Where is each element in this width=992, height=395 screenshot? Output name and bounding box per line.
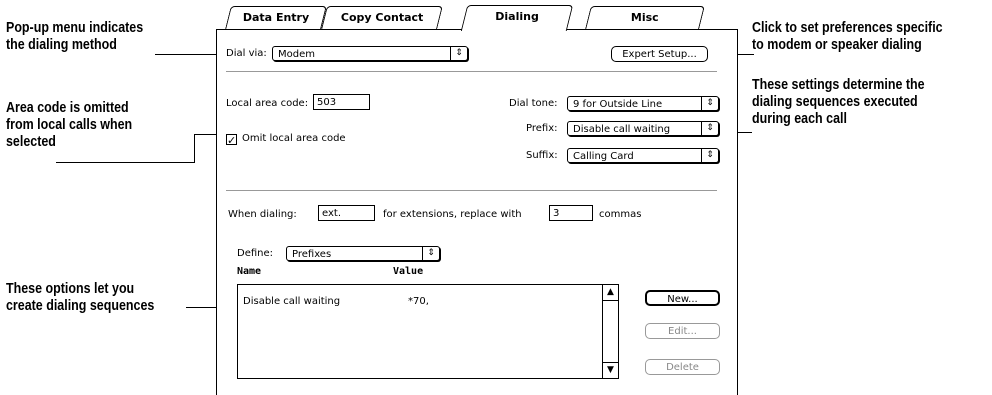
dial-tone-label: Dial tone: (509, 98, 558, 109)
list-scrollbar[interactable]: ▲ ▼ (602, 285, 618, 378)
comma-count-field[interactable]: 3 (549, 205, 593, 221)
tab-label: Copy Contact (340, 11, 424, 24)
tab-data-entry[interactable]: Data Entry (225, 6, 327, 29)
divider (226, 190, 717, 192)
new-button[interactable]: New... (645, 290, 720, 306)
local-area-code-label: Local area code: (226, 98, 309, 109)
annotation-line: to modem or speaker dialing (752, 37, 922, 53)
column-header-name: Name (237, 266, 262, 277)
popup-arrow-icon: ⇕ (422, 247, 439, 260)
dial-tone-popup[interactable]: 9 for Outside Line ⇕ (567, 96, 719, 111)
define-value: Prefixes (292, 249, 332, 260)
omit-area-code-checkbox[interactable]: ✓ (226, 134, 237, 146)
list-item-name: Disable call waiting (243, 296, 341, 307)
annotation-line: These options let you (6, 281, 135, 297)
annotation-line: create dialing sequences (6, 298, 155, 314)
dial-tone-value: 9 for Outside Line (573, 99, 663, 110)
list-item[interactable]: Disable call waiting (243, 295, 340, 309)
annotation-line: Pop-up menu indicates (6, 20, 144, 36)
suffix-label: Suffix: (526, 150, 558, 161)
extension-prefix-field[interactable]: ext. (318, 205, 375, 221)
leader-line (56, 162, 194, 163)
popup-arrow-icon: ⇕ (701, 122, 718, 135)
annotation-area-code: Area code is omitted from local calls wh… (6, 100, 132, 151)
commas-label: commas (599, 209, 642, 220)
local-area-code-field[interactable]: 503 (313, 94, 370, 110)
scroll-down-icon[interactable]: ▼ (603, 362, 618, 378)
dial-via-popup[interactable]: Modem ⇕ (272, 46, 468, 61)
tab-label: Dialing (495, 10, 540, 23)
popup-arrow-icon: ⇕ (701, 149, 718, 162)
divider (226, 71, 717, 73)
prefix-value: Disable call waiting (573, 124, 671, 135)
delete-button[interactable]: Delete (645, 359, 720, 375)
tab-misc[interactable]: Misc (585, 6, 705, 29)
list-item-value: *70, (408, 296, 429, 307)
annotation-line: These settings determine the (752, 77, 925, 93)
suffix-popup[interactable]: Calling Card ⇕ (567, 148, 719, 163)
prefix-label: Prefix: (526, 123, 558, 134)
expert-setup-button[interactable]: Expert Setup... (611, 46, 708, 62)
sequence-list[interactable]: Disable call waiting *70, ▲ ▼ (237, 284, 619, 379)
prefix-popup[interactable]: Disable call waiting ⇕ (567, 121, 719, 136)
annotation-line: Area code is omitted (6, 100, 129, 116)
popup-arrow-icon: ⇕ (450, 47, 467, 60)
suffix-value: Calling Card (573, 151, 634, 162)
tab-dialing[interactable]: Dialing (460, 5, 574, 31)
tab-label: Data Entry (242, 11, 310, 24)
annotation-options: These options let you create dialing seq… (6, 281, 154, 315)
annotation-line: during each call (752, 111, 847, 127)
annotation-settings: These settings determine the dialing seq… (752, 77, 925, 128)
popup-arrow-icon: ⇕ (701, 97, 718, 110)
annotation-line: the dialing method (6, 37, 117, 53)
tab-copy-contact[interactable]: Copy Contact (321, 6, 443, 29)
define-label: Define: (237, 248, 274, 259)
annotation-popup-method: Pop-up menu indicates the dialing method (6, 20, 143, 54)
tab-label: Misc (630, 11, 659, 24)
leader-line (194, 134, 195, 163)
leader-line (155, 54, 225, 55)
annotation-line: from local calls when (6, 117, 133, 133)
define-popup[interactable]: Prefixes ⇕ (286, 246, 440, 261)
extension-replace-label: for extensions, replace with (383, 209, 522, 220)
scroll-up-icon[interactable]: ▲ (603, 285, 618, 301)
dial-via-value: Modem (278, 49, 315, 60)
annotation-line: dialing sequences executed (752, 94, 918, 110)
edit-button[interactable]: Edit... (645, 323, 720, 339)
column-header-value: Value (393, 266, 424, 277)
omit-area-code-label: Omit local area code (242, 133, 346, 144)
annotation-expert: Click to set preferences specific to mod… (752, 20, 943, 54)
annotation-line: Click to set preferences specific (752, 20, 943, 36)
when-dialing-label: When dialing: (228, 209, 297, 220)
annotation-line: selected (6, 134, 56, 150)
dial-via-label: Dial via: (226, 48, 267, 59)
